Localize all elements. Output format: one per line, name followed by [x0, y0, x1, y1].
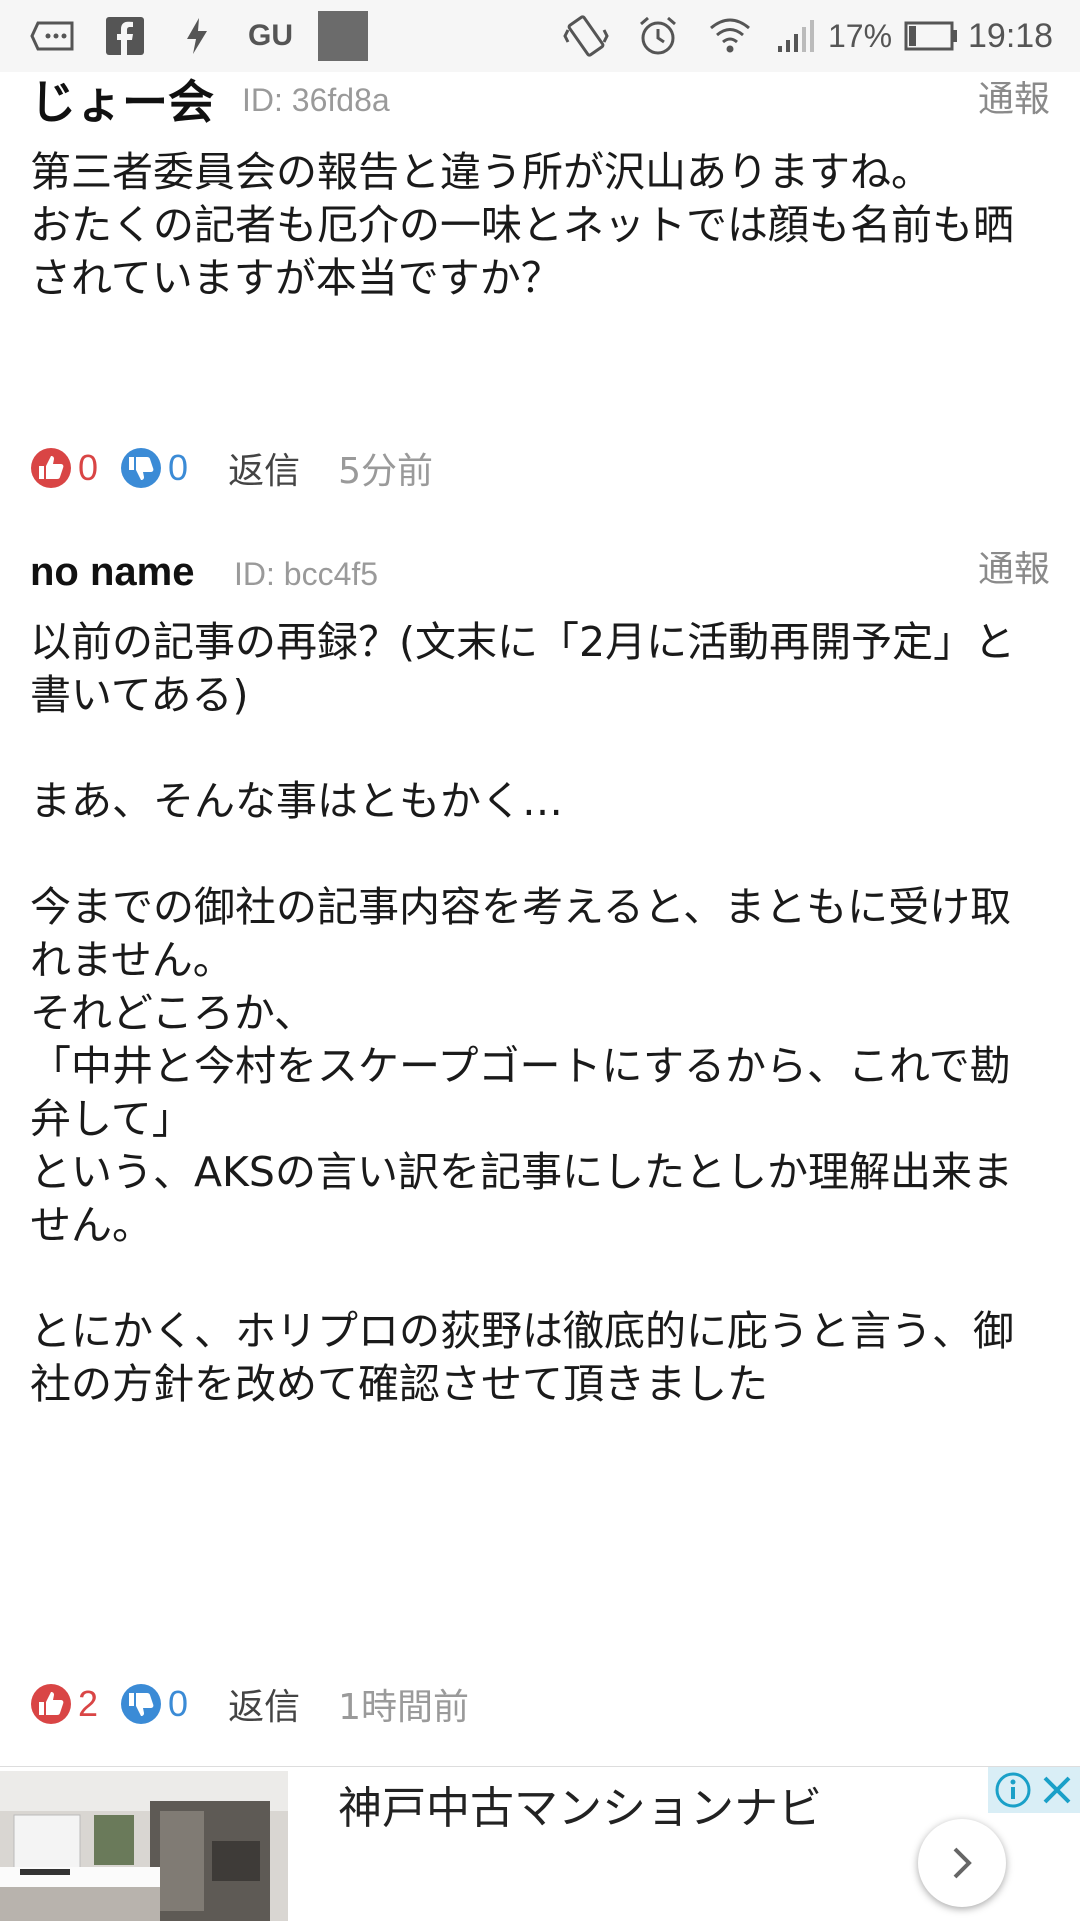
notification-thumbnail — [318, 0, 368, 72]
downvote-button[interactable]: 0 — [120, 1683, 188, 1725]
downvote-count: 0 — [168, 1683, 189, 1724]
flash-icon — [184, 0, 210, 72]
downvote-count: 0 — [168, 447, 189, 488]
comment-actions: 0 0 返信 5分前 — [30, 438, 433, 498]
comment-header: no name ID: bcc4f5 通報 — [30, 540, 1050, 600]
wifi-icon — [708, 0, 752, 72]
report-link[interactable]: 通報 — [978, 540, 1050, 592]
report-link[interactable]: 通報 — [978, 70, 1050, 122]
battery-icon — [904, 0, 958, 72]
ad-close-icon[interactable] — [1040, 1773, 1074, 1807]
thumbs-down-icon — [121, 448, 162, 488]
battery-percent: 17% — [828, 17, 893, 54]
comment-author[interactable]: じょー会 — [30, 66, 214, 132]
comment-id: ID: bcc4f5 — [234, 556, 379, 592]
downvote-button[interactable]: 0 — [120, 447, 188, 489]
keyboard-icon — [30, 0, 76, 72]
vibrate-icon — [562, 0, 610, 72]
reply-button[interactable]: 返信 — [228, 1678, 300, 1730]
upvote-count: 0 — [78, 447, 99, 488]
ad-image[interactable] — [0, 1771, 288, 1921]
thumbs-down-icon — [121, 1684, 162, 1724]
comment-id: ID: 36fd8a — [242, 82, 390, 118]
chevron-right-icon — [953, 1847, 972, 1879]
ad-info-icon[interactable] — [994, 1771, 1032, 1809]
comment-author[interactable]: no name — [30, 550, 194, 595]
gu-app-icon: GU — [248, 19, 293, 52]
status-bar: GU 17% 19:18 — [0, 0, 1080, 72]
comment-actions: 2 0 返信 1時間前 — [30, 1674, 469, 1734]
thumbs-up-icon — [31, 448, 71, 488]
comment-time: 1時間前 — [338, 1687, 469, 1728]
thumbs-up-icon — [31, 1684, 71, 1724]
upvote-count: 2 — [78, 1683, 99, 1724]
comment-body: 以前の記事の再録？(文末に「2月に活動再開予定」と書いてある) まあ、そんな事は… — [30, 618, 1016, 1408]
alarm-icon — [636, 0, 680, 72]
upvote-button[interactable]: 0 — [30, 447, 98, 489]
comment-body: 第三者委員会の報告と違う所が沢山ありますね。 おたくの記者も厄介の一味とネットで… — [30, 148, 1014, 302]
upvote-button[interactable]: 2 — [30, 1683, 98, 1725]
reply-button[interactable]: 返信 — [228, 442, 300, 494]
ad-badges — [988, 1767, 1080, 1813]
signal-icon — [776, 0, 816, 72]
ad-banner[interactable]: 神戸中古マンションナビ — [0, 1766, 1080, 1921]
ad-title[interactable]: 神戸中古マンションナビ — [300, 1773, 860, 1845]
comment-time: 5分前 — [338, 451, 433, 492]
ad-next-button[interactable] — [918, 1819, 1006, 1907]
facebook-icon — [106, 0, 144, 72]
clock: 19:18 — [968, 16, 1054, 55]
comment-header: じょー会 ID: 36fd8a 通報 — [30, 70, 1050, 130]
